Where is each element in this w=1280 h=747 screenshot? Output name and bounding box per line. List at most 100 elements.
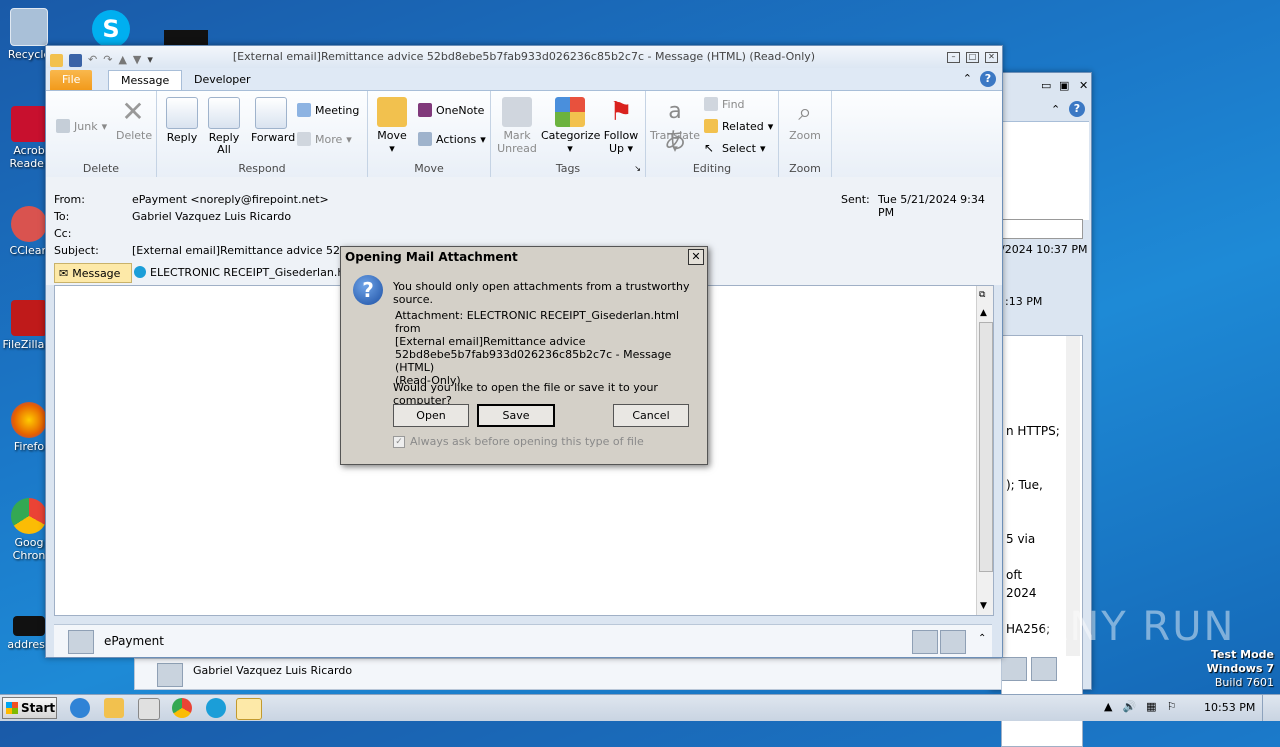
- show-desktop-button[interactable]: [1262, 695, 1279, 721]
- media-player-taskbar-icon[interactable]: [138, 698, 160, 720]
- background-message-window[interactable]: ▭ ▣ ✕ ⌃ ? /2024 10:37 PM :13 PM n HTTPS;…: [990, 72, 1092, 747]
- actions-button[interactable]: Actions ▾: [418, 132, 486, 146]
- select-button[interactable]: ↖ Select ▾: [704, 141, 765, 155]
- group-tags: Mark Unread Categorize ▾ ⚑ Follow Up ▾ T…: [491, 91, 646, 177]
- clock[interactable]: 10:53 PM: [1204, 701, 1255, 714]
- sender-avatar[interactable]: [68, 630, 94, 654]
- tab-file[interactable]: File: [50, 70, 93, 90]
- tray-expand-icon[interactable]: ▲: [1104, 700, 1112, 713]
- start-label: Start: [21, 701, 56, 715]
- dialog-close-button[interactable]: ✕: [688, 249, 704, 265]
- vertical-scrollbar[interactable]: ⧉ ▲ ▼: [976, 286, 993, 615]
- group-label: Zoom: [789, 162, 821, 175]
- follow-up-button[interactable]: ⚑ Follow Up ▾: [601, 97, 641, 155]
- edge-taskbar-icon[interactable]: [206, 698, 226, 718]
- avatar[interactable]: [912, 630, 938, 654]
- always-ask-checkbox[interactable]: ✓: [393, 435, 405, 448]
- junk-button[interactable]: Junk ▾: [56, 119, 107, 133]
- related-button[interactable]: Related ▾: [704, 119, 773, 133]
- window-title: [External email]Remittance advice 52bd8e…: [232, 50, 816, 63]
- categorize-button[interactable]: Categorize ▾: [541, 97, 601, 155]
- scroll-down-icon[interactable]: ▼: [980, 601, 987, 611]
- reply-button[interactable]: Reply: [165, 97, 199, 144]
- minimize-button[interactable]: –: [947, 51, 960, 63]
- to-label: To:: [54, 210, 70, 223]
- forward-button[interactable]: Forward: [251, 97, 295, 144]
- body-text: n HTTPS;: [1006, 424, 1060, 438]
- body-text: 5 via: [1006, 532, 1036, 546]
- to-value[interactable]: Gabriel Vazquez Luis Ricardo: [132, 210, 291, 223]
- subject-label: Subject:: [54, 244, 99, 257]
- save-button[interactable]: Save: [477, 404, 555, 427]
- open-button[interactable]: Open: [393, 404, 469, 427]
- sender-name[interactable]: ePayment: [104, 634, 164, 648]
- file-icon: [13, 616, 45, 636]
- subject-value: [External email]Remittance advice 52bd8e: [132, 244, 368, 257]
- dialog-launcher-icon[interactable]: ↘: [634, 164, 641, 173]
- close-icon[interactable]: ✕: [1079, 79, 1088, 92]
- message-attachment-tab[interactable]: ✉ Message: [54, 263, 132, 283]
- tab-message[interactable]: Message: [108, 70, 183, 91]
- dialog-title-bar[interactable]: Opening Mail Attachment ✕: [341, 247, 707, 267]
- categorize-label: Categorize: [541, 129, 601, 142]
- mark-unread-icon: [502, 97, 532, 127]
- more-label: More: [315, 132, 343, 146]
- chevron-up-icon[interactable]: ⌃: [1051, 103, 1060, 116]
- maximize-button[interactable]: □: [966, 51, 979, 63]
- move-folder-icon: [377, 97, 407, 127]
- related-icon: [704, 119, 718, 133]
- zoom-page-icon[interactable]: ⧉: [979, 290, 985, 300]
- skype-icon[interactable]: S: [92, 10, 130, 48]
- close-button[interactable]: ✕: [985, 51, 998, 63]
- save-icon[interactable]: [69, 53, 82, 67]
- junk-icon: [56, 119, 70, 133]
- zoom-button[interactable]: ⌕ Zoom: [787, 97, 823, 142]
- ie-taskbar-icon[interactable]: [70, 698, 90, 718]
- network-icon[interactable]: ▦: [1146, 700, 1156, 713]
- onenote-button[interactable]: OneNote: [418, 103, 484, 117]
- delete-label: Delete: [116, 129, 153, 142]
- avatar[interactable]: [1001, 657, 1027, 681]
- scroll-up-icon[interactable]: ▲: [980, 308, 987, 318]
- action-center-flag-icon[interactable]: ⚐: [1167, 700, 1177, 713]
- windows-logo-icon: [6, 702, 18, 714]
- dialog-details: Attachment: ELECTRONIC RECEIPT_Gisederla…: [395, 309, 707, 387]
- ribbon-minimize-icon[interactable]: ⌃: [963, 72, 972, 85]
- scroll-thumb[interactable]: [979, 322, 993, 572]
- help-icon[interactable]: ?: [1069, 101, 1085, 117]
- minimize-icon[interactable]: ▭: [1041, 79, 1051, 92]
- avatar[interactable]: [157, 663, 183, 687]
- help-icon[interactable]: ?: [980, 71, 996, 87]
- background-search-field[interactable]: [1001, 219, 1083, 239]
- delete-button[interactable]: ✕ Delete: [116, 97, 153, 143]
- reply-all-button[interactable]: Reply All: [207, 97, 241, 156]
- avatar[interactable]: [940, 630, 966, 654]
- chrome-taskbar-icon[interactable]: [172, 698, 192, 718]
- os-label: Windows 7: [1206, 662, 1274, 675]
- cancel-button[interactable]: Cancel: [613, 404, 689, 427]
- start-button[interactable]: Start: [2, 697, 57, 719]
- outlook-taskbar-icon[interactable]: [236, 698, 262, 720]
- title-bar[interactable]: ↶ ↷ ▲ ▼ ▾ [External email]Remittance adv…: [46, 46, 1002, 68]
- mark-unread-button[interactable]: Mark Unread: [495, 97, 539, 155]
- find-button[interactable]: Find: [704, 97, 745, 111]
- people-pane-collapse-icon[interactable]: ⌃: [978, 633, 986, 644]
- onenote-label: OneNote: [436, 103, 485, 117]
- find-icon: [704, 97, 718, 111]
- move-button[interactable]: Move ▾: [374, 97, 410, 155]
- explorer-taskbar-icon[interactable]: [104, 698, 124, 718]
- meeting-button[interactable]: Meeting: [297, 103, 359, 117]
- ribbon-tabs: File Message Developer ⌃ ?: [46, 68, 1002, 91]
- more-button[interactable]: More ▾: [297, 132, 352, 146]
- black-desktop-icon[interactable]: [164, 30, 208, 46]
- from-value[interactable]: ePayment <noreply@firepoint.net>: [132, 193, 329, 206]
- group-label: Editing: [692, 162, 732, 175]
- translate-button[interactable]: aあ Translate ▾: [650, 97, 700, 155]
- translate-label: Translate: [650, 129, 700, 142]
- maximize-icon[interactable]: ▣: [1059, 79, 1069, 92]
- attachment-file[interactable]: ELECTRONIC RECEIPT_Gisederlan.htm: [134, 263, 359, 281]
- tab-developer[interactable]: Developer: [182, 70, 263, 90]
- body-text: 2024: [1006, 586, 1037, 600]
- volume-icon[interactable]: 🔊: [1122, 700, 1136, 713]
- recipient-name[interactable]: Gabriel Vazquez Luis Ricardo: [193, 664, 352, 677]
